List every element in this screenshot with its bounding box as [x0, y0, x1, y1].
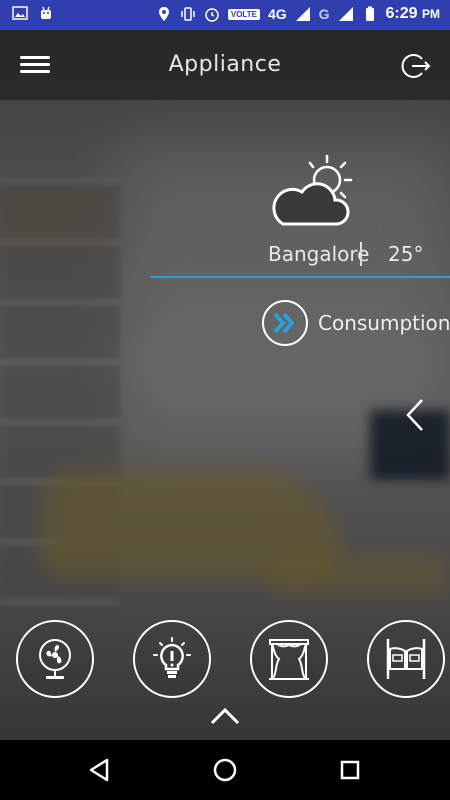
alarm-icon [205, 8, 219, 22]
android-icon [41, 6, 51, 19]
recent-apps-icon[interactable] [340, 760, 360, 780]
logout-icon[interactable] [400, 50, 432, 82]
separator [360, 242, 362, 266]
volte-badge: VOLTE [227, 8, 260, 20]
door-button[interactable] [367, 620, 445, 698]
appliance-dock [0, 620, 450, 710]
chevron-up-icon[interactable] [209, 706, 241, 726]
ottoman [270, 555, 450, 595]
chevron-left-icon[interactable] [404, 398, 428, 432]
curtain-icon [269, 639, 309, 680]
accent-divider [150, 276, 450, 278]
location-icon [158, 7, 169, 21]
signal-icon [295, 7, 310, 21]
saloon-door-icon [386, 639, 426, 679]
vibrate-icon [181, 7, 195, 21]
network-type: 4G [267, 6, 287, 22]
carrier-badge: G [318, 6, 330, 22]
double-chevron-right-icon [273, 312, 295, 334]
city-name: Bangalore [268, 242, 370, 266]
consumptions-button[interactable]: Consumptions [262, 300, 450, 346]
fan-icon [39, 639, 71, 679]
books [0, 190, 110, 250]
curtain-button[interactable] [250, 620, 328, 698]
signal-icon-2 [338, 7, 353, 21]
bulb-icon [153, 637, 191, 678]
partly-cloudy-icon [272, 154, 353, 226]
clock-ampm: PM [422, 7, 440, 21]
back-icon[interactable] [88, 758, 110, 782]
clock: 6:29 PM [386, 5, 440, 23]
status-bar: VOLTE 4G G 6:29 PM [0, 0, 450, 30]
app-bar: Appliance [0, 30, 450, 100]
battery-icon [365, 6, 374, 21]
consumptions-label: Consumptions [318, 311, 450, 335]
page-title: Appliance [168, 52, 282, 77]
gallery-icon [12, 6, 28, 20]
home-icon[interactable] [213, 758, 237, 782]
system-nav-bar [0, 740, 450, 800]
consumptions-circle [262, 300, 308, 346]
clock-time: 6:29 [385, 5, 418, 22]
weather-location-row: Bangalore 25° [268, 242, 438, 268]
light-button[interactable] [133, 620, 211, 698]
fan-button[interactable] [16, 620, 94, 698]
temperature: 25° [388, 242, 424, 266]
